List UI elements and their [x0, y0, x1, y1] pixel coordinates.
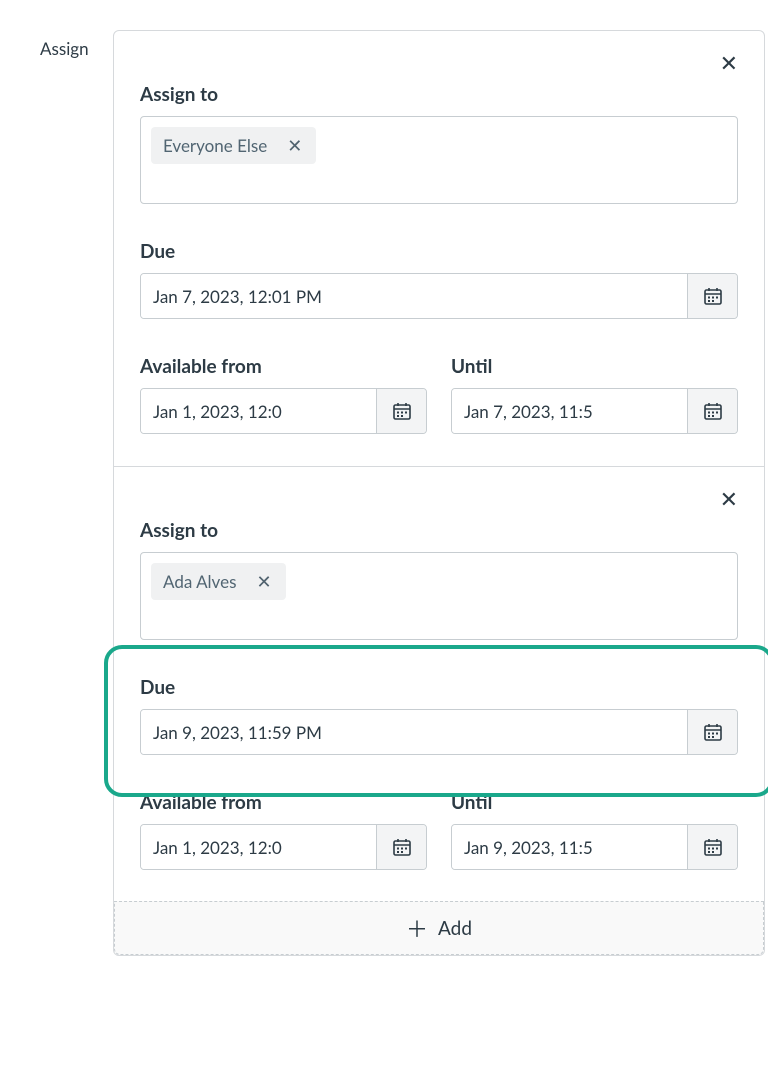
add-button[interactable]: ＋ Add	[114, 901, 764, 955]
calendar-icon	[703, 401, 723, 421]
assign-block: ✕ Assign to Ada Alves ✕ Due	[114, 466, 764, 902]
due-date-field	[140, 273, 738, 319]
available-from-input[interactable]	[141, 389, 376, 433]
assign-to-label: Assign to	[140, 83, 738, 106]
due-date-input[interactable]	[141, 274, 687, 318]
close-block-button[interactable]: ✕	[716, 485, 742, 515]
until-label: Until	[451, 355, 738, 378]
until-field	[451, 824, 738, 870]
assignee-token-label: Ada Alves	[163, 571, 236, 592]
available-from-label: Available from	[140, 791, 427, 814]
available-from-picker-button[interactable]	[376, 389, 426, 433]
remove-assignee-button[interactable]: ✕	[285, 137, 304, 155]
due-date-picker-button[interactable]	[687, 274, 737, 318]
assign-to-label: Assign to	[140, 519, 738, 542]
due-label: Due	[140, 676, 738, 699]
available-from-field	[140, 824, 427, 870]
until-picker-button[interactable]	[687, 825, 737, 869]
add-label: Add	[438, 917, 472, 940]
remove-assignee-button[interactable]: ✕	[254, 573, 273, 591]
assignee-token: Ada Alves ✕	[151, 563, 286, 600]
until-input[interactable]	[452, 825, 687, 869]
assign-to-input[interactable]: Ada Alves ✕	[140, 552, 738, 640]
due-date-input[interactable]	[141, 710, 687, 754]
assignee-token: Everyone Else ✕	[151, 127, 316, 164]
assignee-token-label: Everyone Else	[163, 135, 267, 156]
available-from-label: Available from	[140, 355, 427, 378]
available-from-picker-button[interactable]	[376, 825, 426, 869]
until-input[interactable]	[452, 389, 687, 433]
plus-icon: ＋	[406, 912, 428, 944]
calendar-icon	[392, 401, 412, 421]
close-block-button[interactable]: ✕	[716, 49, 742, 79]
close-icon: ✕	[720, 487, 738, 512]
until-field	[451, 388, 738, 434]
until-picker-button[interactable]	[687, 389, 737, 433]
side-label: Assign	[40, 30, 95, 59]
until-label: Until	[451, 791, 738, 814]
calendar-icon	[392, 837, 412, 857]
assign-block: ✕ Assign to Everyone Else ✕ Due	[114, 31, 764, 466]
due-date-picker-button[interactable]	[687, 710, 737, 754]
due-label: Due	[140, 240, 738, 263]
available-from-input[interactable]	[141, 825, 376, 869]
assign-panel: ✕ Assign to Everyone Else ✕ Due	[113, 30, 765, 956]
close-icon: ✕	[256, 572, 271, 592]
calendar-icon	[703, 286, 723, 306]
calendar-icon	[703, 837, 723, 857]
close-icon: ✕	[287, 136, 302, 156]
available-from-field	[140, 388, 427, 434]
due-date-field	[140, 709, 738, 755]
assign-to-input[interactable]: Everyone Else ✕	[140, 116, 738, 204]
close-icon: ✕	[720, 51, 738, 76]
calendar-icon	[703, 722, 723, 742]
